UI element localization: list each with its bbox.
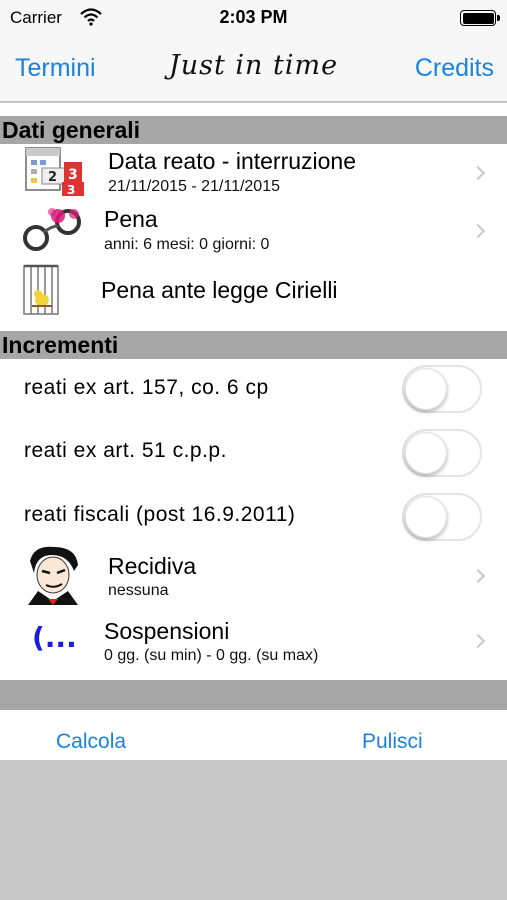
chevron-right-icon [470, 568, 486, 584]
pulisci-button[interactable]: Pulisci [362, 730, 423, 754]
section-header-incrementi: Incrementi [0, 331, 507, 359]
form-content: Dati generali 2 3 3 Data reato - interru… [0, 103, 507, 709]
chevron-right-icon [470, 223, 486, 239]
svg-text:3: 3 [67, 183, 75, 197]
sospensioni-subtitle: 0 gg. (su min) - 0 gg. (su max) [104, 647, 319, 664]
cartoon-face-icon [24, 545, 88, 605]
toggle-switch[interactable] [402, 365, 482, 413]
data-reato-subtitle: 21/11/2015 - 21/11/2015 [108, 178, 280, 195]
bird-cage-icon [22, 262, 86, 315]
sospensioni-title: Sospensioni [104, 618, 230, 644]
calcola-button[interactable]: Calcola [56, 730, 126, 754]
handcuffs-icon [22, 204, 86, 256]
row-pena[interactable]: Pena anni: 6 mesi: 0 giorni: 0 [0, 202, 507, 258]
toggle-label: reati ex art. 51 c.p.p. [24, 439, 227, 462]
toggle-label: reati ex art. 157, co. 6 cp [24, 376, 269, 399]
recidiva-title: Recidiva [108, 553, 197, 579]
data-reato-title: Data reato - interruzione [108, 148, 357, 174]
row-recidiva[interactable]: Recidiva nessuna [0, 544, 507, 606]
chevron-right-icon [470, 633, 486, 649]
pena-title: Pena [104, 206, 158, 232]
recidiva-subtitle: nessuna [108, 582, 169, 599]
pena-subtitle: anni: 6 mesi: 0 giorni: 0 [104, 236, 270, 253]
row-pena-ante-cirielli[interactable]: Pena ante legge Cirielli [0, 260, 507, 318]
svg-text:2: 2 [48, 170, 57, 185]
section-divider [0, 680, 507, 710]
toggle-row: reati ex art. 51 c.p.p. [0, 423, 507, 487]
toggle-switch[interactable] [402, 493, 482, 541]
toggle-row: reati ex art. 157, co. 6 cp [0, 359, 507, 423]
credits-button[interactable]: Credits [415, 54, 494, 83]
status-time: 2:03 PM [219, 7, 288, 27]
row-data-reato[interactable]: 2 3 3 Data reato - interruzione 21/11/20… [0, 144, 507, 200]
toggle-switch[interactable] [402, 429, 482, 477]
toggle-label: reati fiscali (post 16.9.2011) [24, 503, 296, 526]
ellipsis-brackets-icon: (...) [32, 617, 96, 669]
navigation-bar: Termini Just in time Credits [0, 36, 507, 102]
section-header-dati-generali: Dati generali [0, 116, 507, 144]
svg-text:(...): (...) [32, 621, 76, 654]
svg-text:3: 3 [68, 167, 78, 183]
chevron-right-icon [470, 165, 486, 181]
status-bar: Carrier 2:03 PM [0, 0, 507, 36]
empty-area [0, 760, 507, 900]
battery-icon [460, 10, 500, 26]
toggle-row: reati fiscali (post 16.9.2011) [0, 487, 507, 551]
row-sospensioni[interactable]: (...) Sospensioni 0 gg. (su min) - 0 gg.… [0, 609, 507, 671]
cirielli-title: Pena ante legge Cirielli [101, 277, 338, 303]
calendar-icon: 2 3 3 [22, 146, 86, 198]
action-bar: Calcola Pulisci [0, 710, 507, 760]
